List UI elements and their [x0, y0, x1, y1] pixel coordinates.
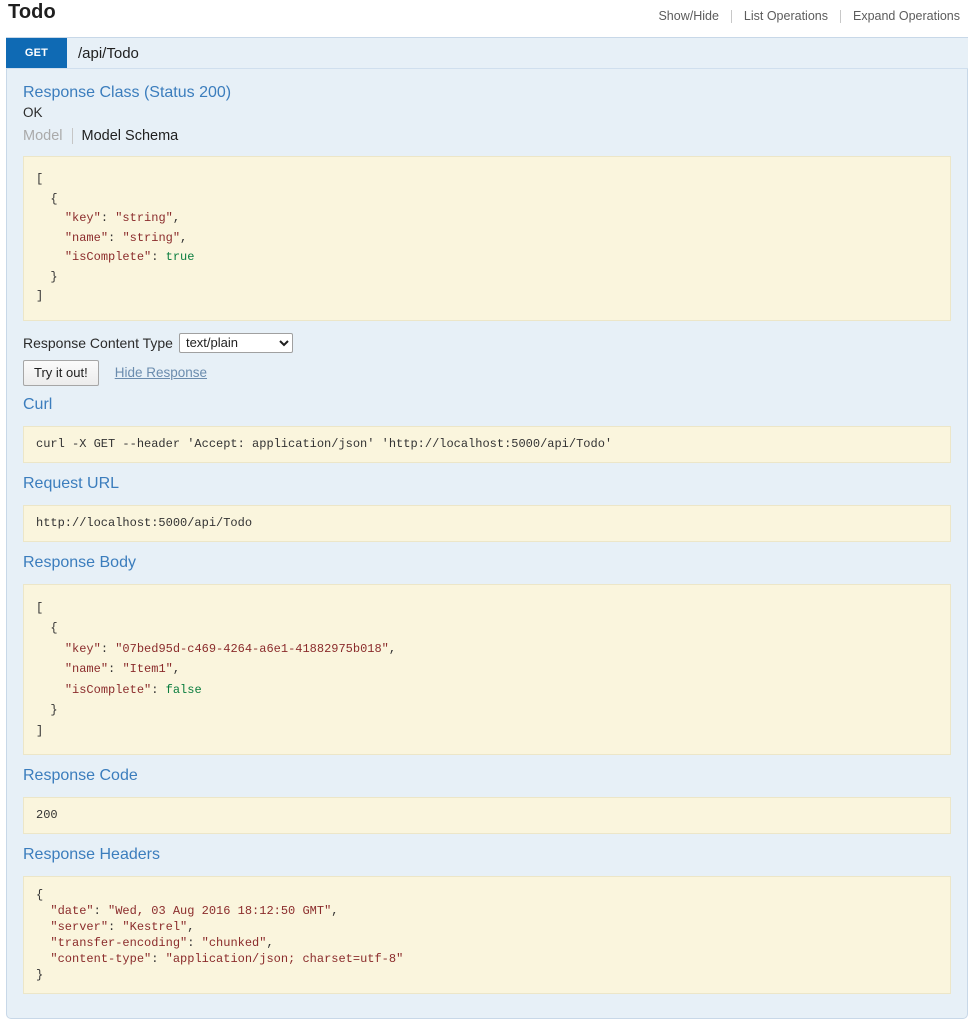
operation-content: Response Class (Status 200) OK Model Mod…: [7, 69, 967, 1018]
hide-response-link[interactable]: Hide Response: [115, 365, 207, 380]
operation-header[interactable]: GET /api/Todo: [6, 37, 968, 69]
curl-command: curl -X GET --header 'Accept: applicatio…: [23, 426, 951, 463]
request-url-value: http://localhost:5000/api/Todo: [23, 505, 951, 542]
curl-heading: Curl: [23, 396, 951, 414]
response-content-type-label: Response Content Type: [23, 335, 173, 351]
operation-path[interactable]: /api/Todo: [67, 38, 968, 68]
response-class-status-text: OK: [23, 105, 951, 120]
response-body-text: [ { "key": "07bed95d-c469-4264-a6e1-4188…: [36, 601, 396, 738]
response-code-value: 200: [23, 797, 951, 834]
request-url-heading: Request URL: [23, 475, 951, 493]
operation-panel: GET /api/Todo Response Class (Status 200…: [6, 37, 968, 1019]
try-it-out-button[interactable]: Try it out!: [23, 360, 99, 386]
http-method-badge: GET: [6, 38, 67, 68]
response-code-heading: Response Code: [23, 767, 951, 785]
show-hide-link[interactable]: Show/Hide: [658, 9, 730, 23]
response-body-heading: Response Body: [23, 554, 951, 572]
response-headers-heading: Response Headers: [23, 846, 951, 864]
model-schema-code: [ { "key": "string", "name": "string", "…: [23, 156, 951, 321]
response-headers-text: { "date": "Wed, 03 Aug 2016 18:12:50 GMT…: [36, 888, 403, 982]
response-content-type-row: Response Content Type text/plainapplicat…: [23, 333, 951, 353]
submit-row: Try it out! Hide Response: [23, 360, 951, 386]
tab-model-schema[interactable]: Model Schema: [73, 128, 179, 144]
response-class-heading: Response Class (Status 200): [23, 84, 951, 102]
resource-options: Show/Hide List Operations Expand Operati…: [658, 9, 960, 23]
expand-operations-link[interactable]: Expand Operations: [841, 9, 960, 23]
list-operations-link[interactable]: List Operations: [732, 9, 840, 23]
tab-model[interactable]: Model: [23, 128, 72, 144]
response-headers-code: { "date": "Wed, 03 Aug 2016 18:12:50 GMT…: [23, 876, 951, 994]
response-body-code: [ { "key": "07bed95d-c469-4264-a6e1-4188…: [23, 584, 951, 756]
model-schema-text: [ { "key": "string", "name": "string", "…: [36, 172, 194, 303]
response-content-type-select[interactable]: text/plainapplication/jsontext/json: [179, 333, 293, 353]
resource-header: Todo Show/Hide List Operations Expand Op…: [0, 0, 974, 32]
page-title: Todo: [8, 1, 56, 24]
model-tabs: Model Model Schema: [23, 128, 951, 144]
